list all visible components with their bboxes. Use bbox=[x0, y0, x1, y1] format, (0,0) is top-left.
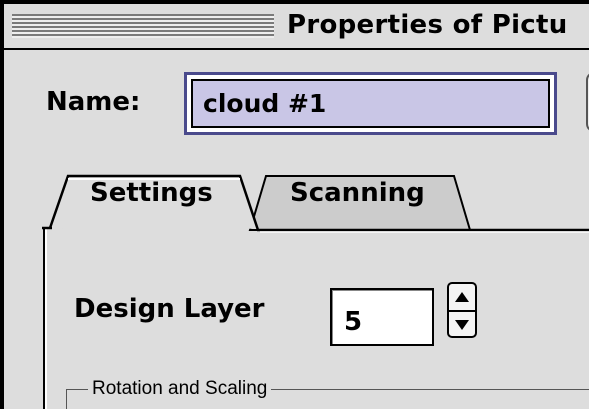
group-box-left-border bbox=[66, 389, 67, 409]
triangle-up-icon bbox=[455, 292, 469, 302]
tab-scanning[interactable]: Scanning bbox=[290, 178, 425, 208]
design-layer-field-frame bbox=[330, 288, 434, 346]
design-layer-input[interactable] bbox=[332, 290, 432, 344]
rotation-scaling-group-label: Rotation and Scaling bbox=[88, 378, 272, 400]
design-layer-stepper bbox=[447, 282, 477, 338]
properties-dialog: Properties of Pictu Name: Settings Scann… bbox=[0, 0, 589, 409]
triangle-down-icon bbox=[455, 320, 469, 330]
design-layer-label: Design Layer bbox=[74, 294, 265, 324]
tab-settings[interactable]: Settings bbox=[90, 178, 213, 208]
stepper-up-button[interactable] bbox=[449, 284, 475, 312]
stepper-down-button[interactable] bbox=[449, 312, 475, 338]
